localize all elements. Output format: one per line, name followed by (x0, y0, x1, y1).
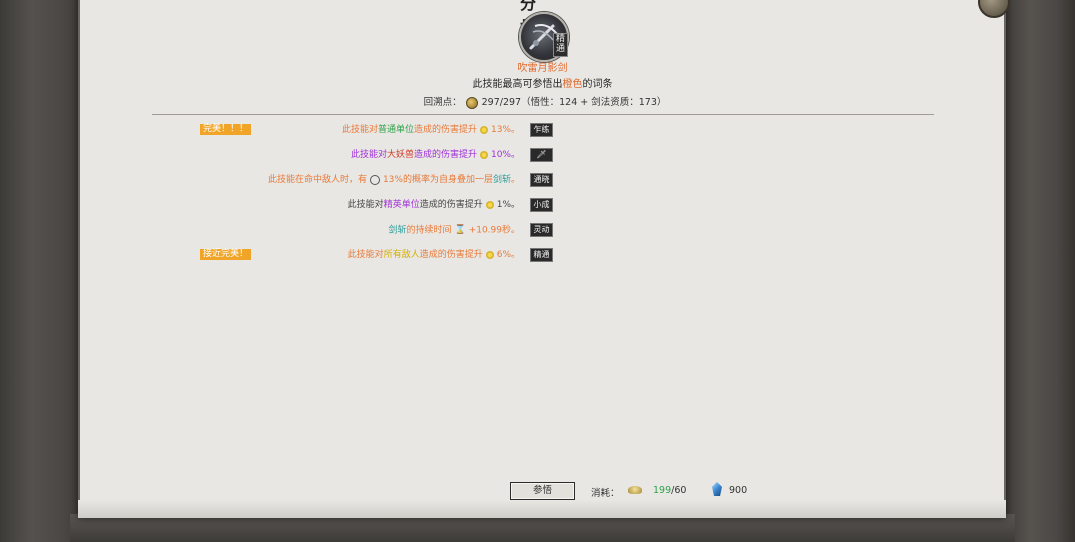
entry-segment: 造成的伤害提升 (419, 250, 483, 260)
points-row: 回溯点： 297/297（悟性：124 + 剑法资质：173） (380, 94, 710, 109)
entry-segment: 造成的伤害提升 (413, 125, 477, 135)
points-coin-icon (465, 96, 478, 109)
entry-text: 此技能对精英单位造成的伤害提升 1%。 (348, 198, 520, 212)
entry-segment: 普通单位 (377, 125, 414, 135)
sun-icon (479, 125, 488, 134)
entry-segment: 的持续时间 (406, 225, 452, 236)
subtitle-highlight: 橙色 (562, 79, 583, 90)
sun-icon (485, 200, 494, 209)
entry-segment: 。 (510, 175, 520, 185)
cost-required: /60 (671, 485, 687, 496)
sun-icon (485, 250, 494, 259)
entry-rank-tag: 乍练 (530, 123, 553, 137)
right-backdrop (1000, 0, 1075, 542)
entry-segment: 此技能对 (347, 200, 384, 210)
entry-segment: 所有敌人 (383, 250, 420, 260)
entry-text: 此技能对普通单位造成的伤害提升 13%。 (342, 123, 520, 137)
hourglass-icon: ⌛ (454, 225, 466, 235)
entry-segment: 10%。 (490, 150, 520, 160)
entry-text: 剑斩的持续时间 ⌛ +10.99秒。 (388, 223, 520, 238)
cost-value: 199/60 (653, 485, 686, 496)
entry-segment: 13%的概率为自身叠加一层 (382, 175, 493, 185)
entry-text: 此技能在命中敌人时，有 13%的概率为自身叠加一层剑斩。 (268, 173, 520, 187)
entry-segment: 大妖兽 (386, 150, 414, 160)
entry-segment: +10.99秒。 (468, 225, 520, 236)
entry-rank-tag: 小成 (530, 198, 553, 212)
entry-segment: 此技能对 (341, 125, 378, 135)
sun-icon (479, 150, 488, 159)
entry-rank-tag: 🗡 (530, 148, 553, 162)
max-quality-hint: 此技能最高可参悟出橙色的词条 (400, 75, 685, 90)
gold-ingot-icon (628, 486, 642, 494)
entry-segment: 造成的伤害提升 (419, 200, 483, 210)
entry-row[interactable]: 此技能对所有敌人造成的伤害提升 6%。 精通 (160, 248, 555, 262)
entry-text: 此技能对大妖兽造成的伤害提升 10%。 (351, 148, 520, 162)
cost-label: 消耗： (591, 488, 620, 499)
subtitle-pre: 此技能最高可参悟出 (472, 79, 563, 90)
divider (152, 114, 934, 115)
entry-segment: 此技能在命中敌人时，有 (267, 175, 367, 185)
entry-row[interactable]: 此技能对大妖兽造成的伤害提升 10%。 🗡 (160, 148, 555, 162)
gem-value: 900 (729, 485, 748, 496)
skill-name: 吹雷月影剑 (517, 63, 568, 74)
subtitle-post: 的词条 (582, 79, 613, 90)
gear-icon (369, 174, 380, 185)
entry-segment: 此技能对 (347, 250, 384, 260)
points-label: 回溯点： (423, 97, 462, 108)
entry-segment: 精英单位 (383, 200, 420, 210)
entry-segment: 1%。 (496, 200, 520, 210)
entry-rank-tag: 通晓 (530, 173, 553, 187)
entry-text: 此技能对所有敌人造成的伤害提升 6%。 (348, 248, 520, 262)
entry-segment: 6%。 (496, 250, 520, 260)
entry-row[interactable]: 此技能对普通单位造成的伤害提升 13%。 乍练 (160, 123, 555, 137)
skill-rank-badge: 精通 (553, 33, 568, 57)
left-backdrop (0, 0, 90, 542)
learn-button[interactable]: 参悟 (510, 482, 575, 500)
bottom-backdrop (70, 514, 1015, 542)
entry-segment: 造成的伤害提升 (413, 150, 477, 160)
points-value: 297/297（悟性：124 + 剑法资质：173） (481, 97, 667, 108)
entry-segment: 剑斩 (492, 175, 511, 185)
cost-current: 199 (653, 485, 672, 496)
entry-row[interactable]: 剑斩的持续时间 ⌛ +10.99秒。 灵动 (160, 223, 555, 237)
entry-row[interactable]: 此技能在命中敌人时，有 13%的概率为自身叠加一层剑斩。 通晓 (160, 173, 555, 187)
entry-rank-tag: 精通 (530, 248, 553, 262)
entry-segment: 13%。 (490, 125, 520, 135)
entry-row[interactable]: 此技能对精英单位造成的伤害提升 1%。 小成 (160, 198, 555, 212)
entry-segment: 剑斩 (388, 225, 407, 236)
entry-segment: 此技能对 (350, 150, 387, 160)
entry-rank-tag: 灵动 (530, 223, 553, 237)
